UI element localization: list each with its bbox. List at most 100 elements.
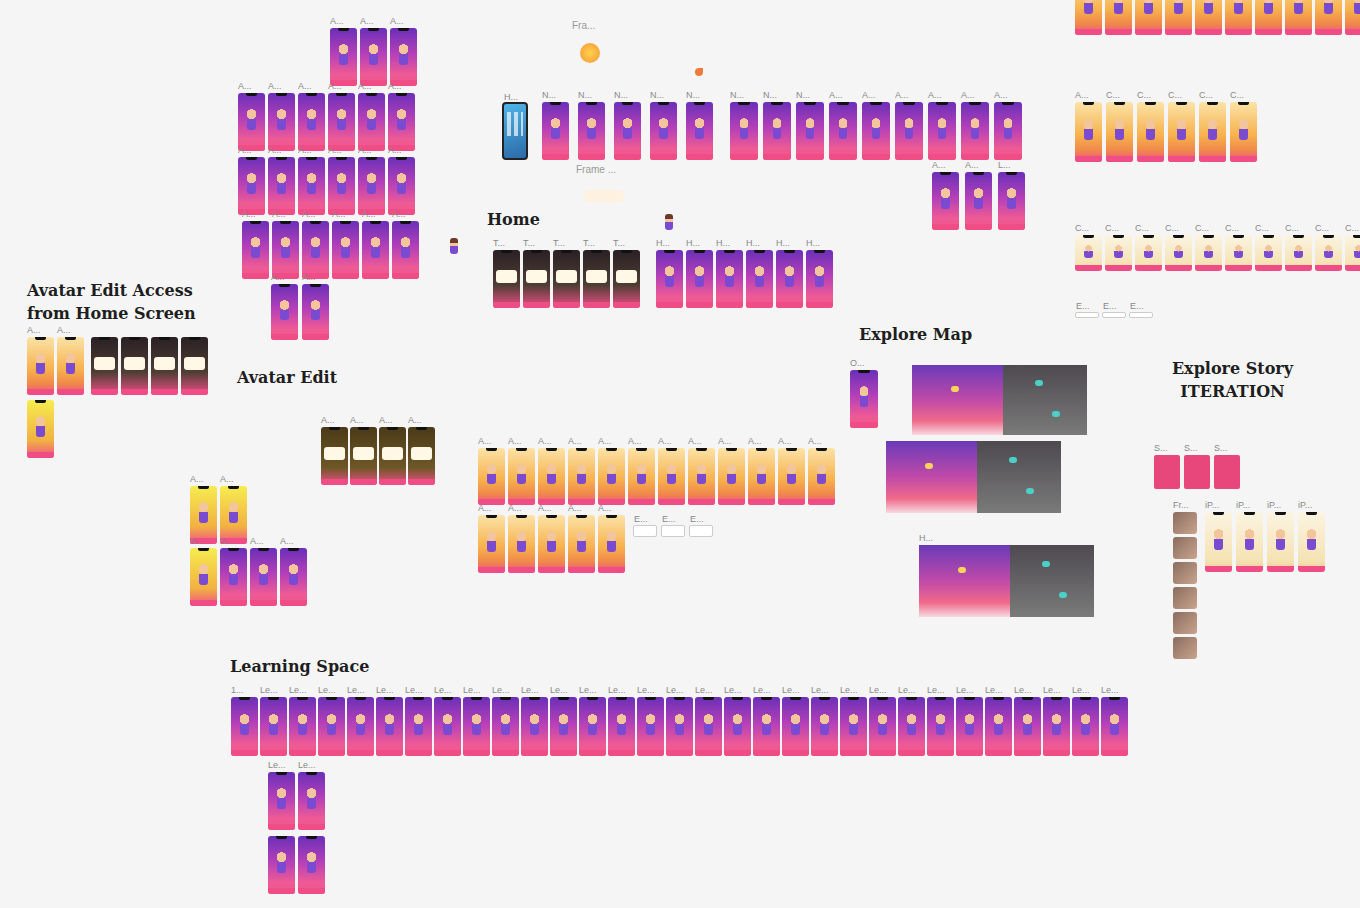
frame[interactable]: A... <box>302 221 329 279</box>
frame[interactable]: Le... <box>521 697 548 756</box>
frame[interactable]: H... <box>686 250 713 308</box>
frame[interactable]: Le... <box>753 697 780 756</box>
frame[interactable]: Le... <box>1043 697 1070 756</box>
frame[interactable]: Le... <box>608 697 635 756</box>
frame[interactable]: C... <box>1165 235 1192 271</box>
frame[interactable]: A... <box>965 172 992 230</box>
frame[interactable]: Le... <box>956 697 983 756</box>
frame[interactable]: A... <box>271 284 298 340</box>
frame[interactable]: Le... <box>463 697 490 756</box>
frame[interactable]: Le... <box>1101 697 1128 756</box>
frame[interactable]: A... <box>220 486 247 544</box>
frame[interactable]: 1... <box>231 697 258 756</box>
frame[interactable]: C... <box>1106 102 1133 162</box>
frame[interactable] <box>1173 637 1197 659</box>
frame[interactable]: C... <box>1137 102 1164 162</box>
design-canvas[interactable]: Avatar Edit Access from Home ScreenAvata… <box>0 0 1360 908</box>
frame[interactable]: N... <box>542 102 569 160</box>
frame[interactable] <box>151 337 178 395</box>
frame[interactable]: O... <box>850 370 878 428</box>
frame[interactable]: A... <box>360 28 387 86</box>
frame[interactable]: H... <box>716 250 743 308</box>
frame[interactable]: A... <box>408 427 435 485</box>
frame[interactable]: A... <box>748 448 775 505</box>
frame[interactable]: Le... <box>898 697 925 756</box>
frame[interactable]: iP... <box>1298 512 1325 572</box>
frame[interactable]: A... <box>538 515 565 573</box>
frame[interactable]: A... <box>330 28 357 86</box>
frame[interactable] <box>298 836 325 894</box>
frame[interactable] <box>91 337 118 395</box>
frame[interactable]: A... <box>478 448 505 505</box>
frame[interactable]: S... <box>1184 455 1210 489</box>
frame[interactable]: A... <box>332 221 359 279</box>
frame[interactable]: A... <box>829 102 857 160</box>
frame[interactable]: C... <box>1255 235 1282 271</box>
frame[interactable]: A... <box>238 93 265 151</box>
frame[interactable]: N... <box>614 102 641 160</box>
frame[interactable]: Le... <box>318 697 345 756</box>
frame[interactable]: T... <box>523 250 550 308</box>
frame[interactable] <box>886 441 1061 513</box>
frame[interactable]: E... <box>661 525 685 537</box>
frame[interactable]: A... <box>994 102 1022 160</box>
frame[interactable] <box>1135 0 1162 35</box>
frame[interactable]: A... <box>862 102 890 160</box>
frame[interactable]: A... <box>388 157 415 215</box>
frame[interactable]: C... <box>1230 102 1257 162</box>
frame[interactable]: A... <box>190 486 217 544</box>
frame[interactable]: A... <box>928 102 956 160</box>
frame[interactable]: N... <box>650 102 677 160</box>
frame[interactable]: A... <box>321 427 348 485</box>
frame[interactable]: T... <box>583 250 610 308</box>
frame[interactable]: A... <box>808 448 835 505</box>
frame[interactable]: Le... <box>695 697 722 756</box>
frame[interactable]: A... <box>478 515 505 573</box>
frame[interactable]: T... <box>493 250 520 308</box>
frame[interactable]: A... <box>268 157 295 215</box>
frame[interactable] <box>1173 537 1197 559</box>
frame[interactable] <box>1075 0 1102 35</box>
frame[interactable]: A... <box>27 337 54 395</box>
frame[interactable]: A... <box>388 93 415 151</box>
frame[interactable]: N... <box>686 102 713 160</box>
frame[interactable] <box>1173 612 1197 634</box>
frame[interactable]: A... <box>238 157 265 215</box>
frame[interactable]: H... <box>806 250 833 308</box>
frame[interactable]: N... <box>730 102 758 160</box>
frame[interactable]: Le... <box>434 697 461 756</box>
frame[interactable]: iP... <box>1205 512 1232 572</box>
frame[interactable]: A... <box>362 221 389 279</box>
frame[interactable]: C... <box>1199 102 1226 162</box>
frame[interactable] <box>268 836 295 894</box>
frame[interactable]: A... <box>268 93 295 151</box>
frame[interactable] <box>1285 0 1312 35</box>
frame[interactable]: Le... <box>260 697 287 756</box>
frame[interactable] <box>27 400 54 458</box>
frame[interactable]: A... <box>358 157 385 215</box>
frame[interactable]: E... <box>1102 312 1126 318</box>
frame[interactable]: A... <box>895 102 923 160</box>
frame[interactable]: C... <box>1345 235 1360 271</box>
frame[interactable]: A... <box>328 93 355 151</box>
frame[interactable]: A... <box>718 448 745 505</box>
frame[interactable]: L... <box>998 172 1025 230</box>
frame[interactable]: A... <box>961 102 989 160</box>
frame[interactable]: A... <box>350 427 377 485</box>
frame[interactable] <box>1225 0 1252 35</box>
frame[interactable]: Le... <box>666 697 693 756</box>
frame[interactable]: A... <box>932 172 959 230</box>
frame[interactable]: N... <box>763 102 791 160</box>
frame[interactable]: Le... <box>840 697 867 756</box>
frame[interactable]: Le... <box>347 697 374 756</box>
frame[interactable]: N... <box>578 102 605 160</box>
frame[interactable] <box>1195 0 1222 35</box>
frame[interactable]: iP... <box>1267 512 1294 572</box>
frame[interactable]: A... <box>568 515 595 573</box>
frame[interactable]: Le... <box>298 772 325 830</box>
frame[interactable]: A... <box>57 337 84 395</box>
frame[interactable]: S... <box>1214 455 1240 489</box>
frame[interactable]: A... <box>598 448 625 505</box>
frame[interactable]: C... <box>1168 102 1195 162</box>
frame[interactable]: A... <box>298 93 325 151</box>
